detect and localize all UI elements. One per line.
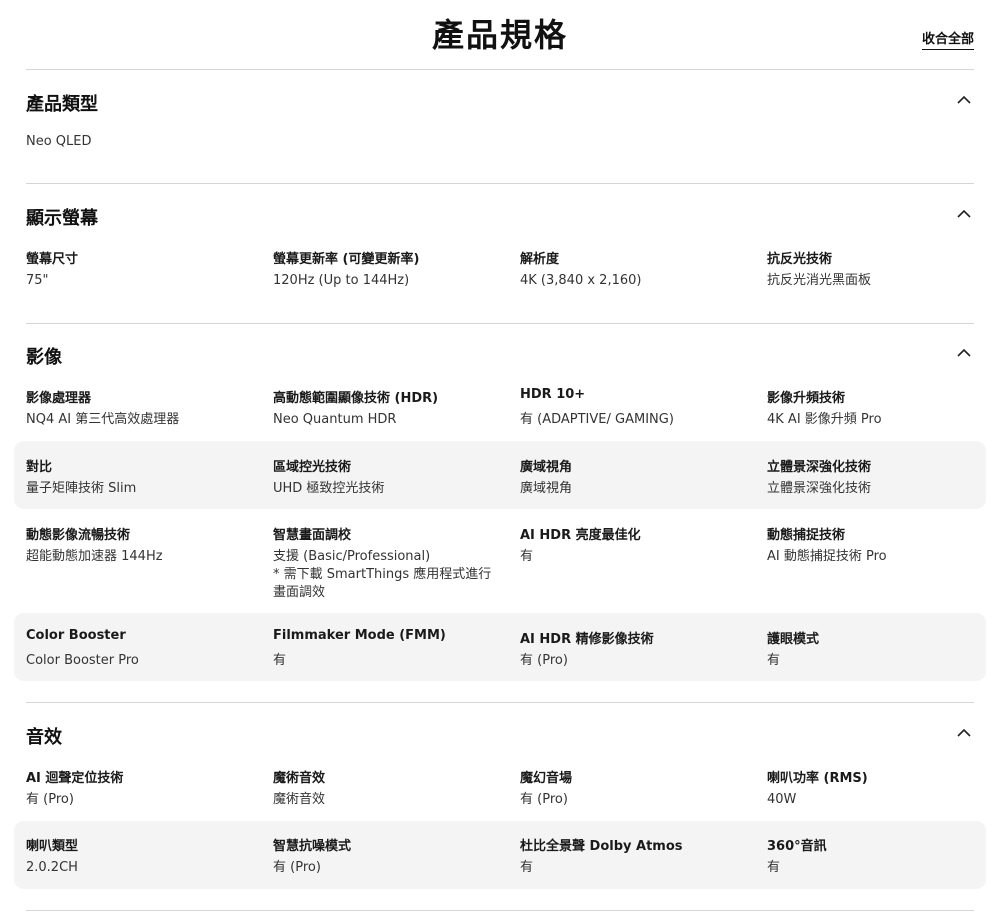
spec-label: 杜比全景聲 Dolby Atmos (520, 839, 683, 854)
spec-value: 抗反光消光黑面板 (767, 273, 872, 288)
spec-label: AI 迴聲定位技術 (26, 771, 124, 786)
section-title-picture: 影像 (26, 347, 62, 368)
spec-label: 廣域視角 (520, 460, 573, 475)
spec-label: 螢幕更新率 (可變更新率) (273, 252, 420, 267)
spec-label: 動態捕捉技術 (767, 528, 846, 543)
spec-label: 魔幻音場 (520, 771, 573, 786)
spec-value: 量子矩陣技術 Slim (26, 481, 137, 496)
spec-label: 抗反光技術 (767, 252, 833, 267)
chevron-up-icon[interactable] (956, 208, 972, 220)
spec-value: 75" (26, 273, 49, 288)
spec-value: 立體景深強化技術 (767, 481, 872, 496)
spec-label: 區域控光技術 (273, 460, 352, 475)
spec-label: Color Booster (26, 628, 126, 643)
spec-label: AI HDR 精修影像技術 (520, 632, 654, 647)
spec-value: 2.0.2CH (26, 860, 78, 875)
spec-label: 影像處理器 (26, 391, 92, 406)
spec-label: 立體景深強化技術 (767, 460, 872, 475)
divider (26, 323, 974, 324)
section-title-display: 顯示螢幕 (26, 208, 98, 229)
spec-label: Filmmaker Mode (FMM) (273, 628, 446, 643)
spec-label: 喇叭功率 (RMS) (767, 771, 868, 786)
collapse-all-link[interactable]: 收合全部 (921, 28, 974, 50)
chevron-up-icon[interactable] (956, 347, 972, 359)
spec-label: 解析度 (520, 252, 560, 267)
section-title-sound: 音效 (26, 727, 62, 748)
spec-value: 4K AI 影像升頻 Pro (767, 412, 882, 427)
spec-value: 有 (Pro) (520, 792, 568, 807)
spec-label: 影像升頻技術 (767, 391, 846, 406)
spec-value: 魔術音效 (273, 792, 326, 807)
divider (26, 702, 974, 703)
spec-label: 對比 (26, 460, 53, 475)
spec-value: Color Booster Pro (26, 653, 139, 668)
spec-label: 智慧抗噪模式 (273, 839, 352, 854)
spec-label: 動態影像流暢技術 (26, 528, 131, 543)
spec-row-shaded (14, 613, 986, 681)
spec-value: 有 (Pro) (26, 792, 74, 807)
spec-value: 有 (767, 860, 781, 875)
page-title: 產品規格 (431, 16, 568, 54)
spec-value: UHD 極致控光技術 (273, 481, 385, 496)
spec-value: Neo QLED (26, 134, 92, 149)
spec-value: NQ4 AI 第三代高效處理器 (26, 412, 180, 427)
spec-value: 有 (Pro) (273, 860, 321, 875)
spec-value-line: * 需下載 SmartThings 應用程式進行 (273, 567, 492, 582)
spec-value: 廣域視角 (520, 481, 573, 496)
spec-value: 有 (520, 860, 534, 875)
spec-value: 有 (767, 653, 781, 668)
spec-label: 高動態範圍顯像技術 (HDR) (273, 391, 439, 406)
spec-row-shaded (14, 821, 986, 889)
spec-label: 護眼模式 (767, 632, 820, 647)
spec-label: HDR 10+ (520, 387, 586, 402)
spec-label: AI HDR 亮度最佳化 (520, 528, 641, 543)
spec-label: 360°音訊 (767, 839, 827, 854)
chevron-up-icon[interactable] (956, 727, 972, 739)
chevron-up-icon[interactable] (956, 94, 972, 106)
spec-value: Neo Quantum HDR (273, 412, 397, 427)
section-title-product-type: 產品類型 (26, 94, 98, 115)
divider (26, 183, 974, 184)
spec-label: 喇叭類型 (26, 839, 79, 854)
spec-value: 120Hz (Up to 144Hz) (273, 273, 410, 288)
spec-row-shaded (14, 441, 986, 509)
spec-value: 4K (3,840 x 2,160) (520, 273, 642, 288)
spec-value-line: 支援 (Basic/Professional) (273, 549, 431, 564)
spec-value: AI 動態捕捉技術 Pro (767, 549, 887, 564)
spec-value: 有 (ADAPTIVE/ GAMING) (520, 412, 674, 427)
divider (26, 69, 974, 70)
spec-value: 超能動態加速器 144Hz (26, 549, 163, 564)
spec-value: 有 (273, 653, 287, 668)
spec-label: 螢幕尺寸 (26, 252, 79, 267)
spec-value-line: 畫面調效 (273, 585, 326, 600)
divider (26, 910, 974, 911)
spec-label: 魔術音效 (273, 771, 326, 786)
spec-value-multiline: 支援 (Basic/Professional) * 需下載 SmartThing… (273, 548, 503, 602)
spec-value: 有 (Pro) (520, 653, 568, 668)
spec-value: 40W (767, 792, 797, 807)
spec-value: 有 (520, 549, 534, 564)
spec-label: 智慧畫面調校 (273, 528, 352, 543)
